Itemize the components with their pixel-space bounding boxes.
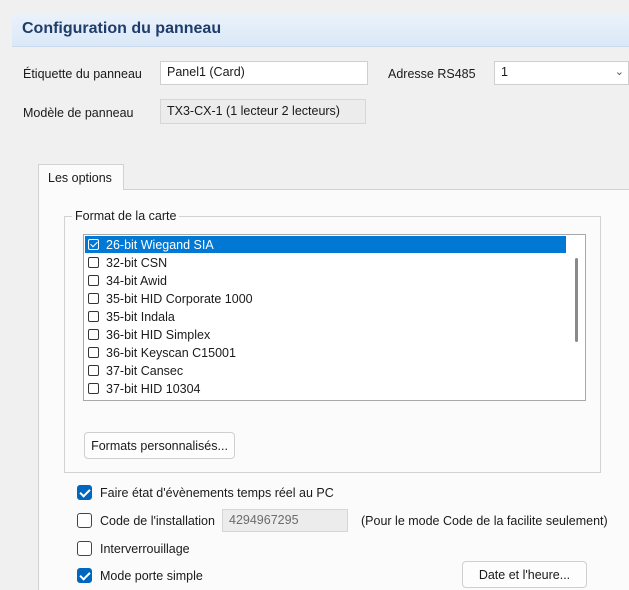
list-item-label: 36-bit HID Simplex xyxy=(106,327,211,342)
list-item-label: 34-bit Awid xyxy=(106,273,167,288)
list-item-checkbox[interactable] xyxy=(88,239,99,250)
interlock-checkbox[interactable] xyxy=(77,541,92,556)
rs485-address-value: 1 xyxy=(501,65,508,79)
panel-model-field: TX3-CX-1 (1 lecteur 2 lecteurs) xyxy=(160,99,366,124)
card-format-list[interactable]: 26-bit Wiegand SIA 32-bit CSN 34-bit Awi… xyxy=(83,234,586,401)
single-door-checkbox[interactable] xyxy=(77,568,92,583)
list-item-label: 32-bit CSN xyxy=(106,255,168,270)
list-item-label: 26-bit Wiegand SIA xyxy=(106,237,214,252)
realtime-events-checkbox[interactable] xyxy=(77,485,92,500)
panel-label-label: Étiquette du panneau xyxy=(23,67,142,81)
list-item[interactable]: 35-bit HID Corporate 1000 xyxy=(85,290,566,307)
panel-model-label: Modèle de panneau xyxy=(23,106,134,120)
page-title: Configuration du panneau xyxy=(22,20,222,37)
list-item-checkbox[interactable] xyxy=(88,383,99,394)
list-item-checkbox[interactable] xyxy=(88,257,99,268)
card-format-group-title: Format de la carte xyxy=(72,209,180,223)
list-item-checkbox[interactable] xyxy=(88,311,99,322)
date-time-button[interactable]: Date et l'heure... xyxy=(462,561,587,588)
list-item[interactable]: 36-bit HID Simplex xyxy=(85,326,566,343)
interlock-label: Interverrouillage xyxy=(100,542,190,556)
install-code-checkbox[interactable] xyxy=(77,513,92,528)
list-item[interactable]: 26-bit Wiegand SIA xyxy=(85,236,566,253)
list-item-checkbox[interactable] xyxy=(88,365,99,376)
list-scrollbar-thumb[interactable] xyxy=(575,258,578,342)
install-code-label: Code de l'installation xyxy=(100,514,215,528)
list-item-checkbox[interactable] xyxy=(88,347,99,358)
tab-options-label: Les options xyxy=(48,171,112,185)
list-item-label: 35-bit Indala xyxy=(106,309,175,324)
tab-options[interactable]: Les options xyxy=(38,164,124,190)
list-item-checkbox[interactable] xyxy=(88,275,99,286)
list-item[interactable]: 37-bit Cansec xyxy=(85,362,566,379)
list-item-checkbox[interactable] xyxy=(88,329,99,340)
install-code-note: (Pour le mode Code de la facilite seulem… xyxy=(361,514,608,528)
list-item[interactable]: 36-bit Keyscan C15001 xyxy=(85,344,566,361)
realtime-events-label: Faire état d'évènements temps réel au PC xyxy=(100,486,334,500)
list-item-label: 37-bit Cansec xyxy=(106,363,184,378)
custom-formats-button[interactable]: Formats personnalisés... xyxy=(84,432,235,459)
list-item-label: 36-bit Keyscan C15001 xyxy=(106,345,236,360)
list-item[interactable]: 32-bit CSN xyxy=(85,254,566,271)
chevron-down-icon: ⌄ xyxy=(614,66,624,78)
list-item[interactable]: 37-bit HID 10304 xyxy=(85,380,566,397)
list-item-label: 37-bit HID 10304 xyxy=(106,381,201,396)
list-item-label: 35-bit HID Corporate 1000 xyxy=(106,291,253,306)
panel-config-header: Configuration du panneau xyxy=(12,14,629,47)
panel-label-input[interactable]: Panel1 (Card) xyxy=(160,61,368,85)
list-item[interactable]: 34-bit Awid xyxy=(85,272,566,289)
rs485-address-label: Adresse RS485 xyxy=(388,67,476,81)
list-item-checkbox[interactable] xyxy=(88,293,99,304)
rs485-address-select[interactable]: 1 ⌄ xyxy=(494,61,629,85)
install-code-input[interactable]: 4294967295 xyxy=(222,509,348,532)
single-door-label: Mode porte simple xyxy=(100,569,203,583)
list-item[interactable]: 35-bit Indala xyxy=(85,308,566,325)
